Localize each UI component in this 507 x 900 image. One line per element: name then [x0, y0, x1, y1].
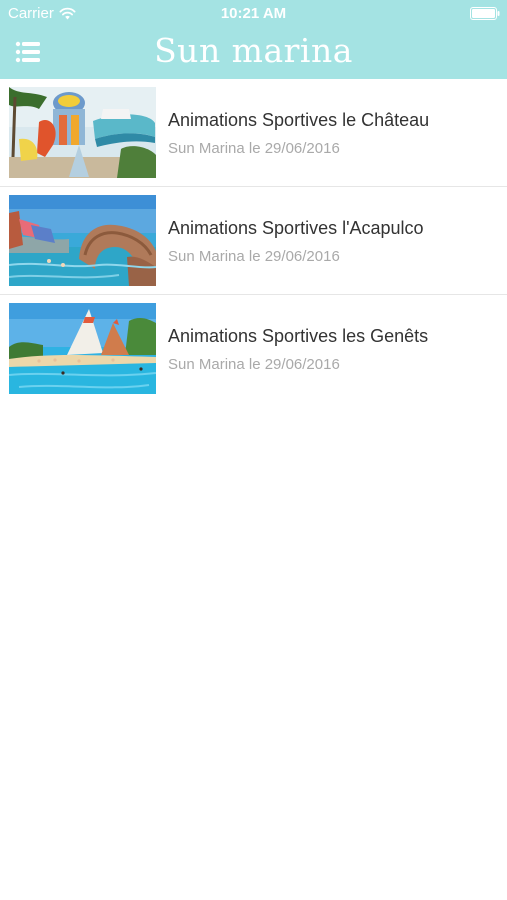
header: Carrier 10:21 AM Sun marina: [0, 0, 507, 79]
waterslide-photo: [9, 87, 156, 178]
list-item[interactable]: Animations Sportives les Genêts Sun Mari…: [0, 295, 507, 402]
event-thumbnail: [9, 303, 156, 394]
page-title: Sun marina: [154, 31, 353, 70]
pool-beach-photo: [9, 303, 156, 394]
event-title: Animations Sportives le Château: [168, 110, 430, 130]
list-item[interactable]: Animations Sportives le Château Sun Mari…: [0, 79, 507, 187]
event-subtitle: Sun Marina le 29/06/2016: [168, 140, 340, 157]
pool-bridge-photo: [9, 195, 156, 286]
event-subtitle: Sun Marina le 29/06/2016: [168, 356, 340, 373]
app-screen: Carrier 10:21 AM Sun marina Animations S…: [0, 0, 507, 900]
status-time: 10:21 AM: [220, 5, 287, 22]
event-subtitle: Sun Marina le 29/06/2016: [168, 248, 340, 265]
events-list: Animations Sportives le Château Sun Mari…: [0, 79, 507, 402]
navigation-bar: Sun marina: [0, 26, 507, 79]
event-title: Animations Sportives l'Acapulco: [168, 218, 424, 238]
event-thumbnail: [9, 87, 156, 178]
event-title: Animations Sportives les Genêts: [168, 326, 429, 346]
status-bar: Carrier 10:21 AM: [0, 0, 507, 26]
event-thumbnail: [9, 195, 156, 286]
list-item[interactable]: Animations Sportives l'Acapulco Sun Mari…: [0, 187, 507, 295]
battery-icon: [470, 7, 500, 20]
